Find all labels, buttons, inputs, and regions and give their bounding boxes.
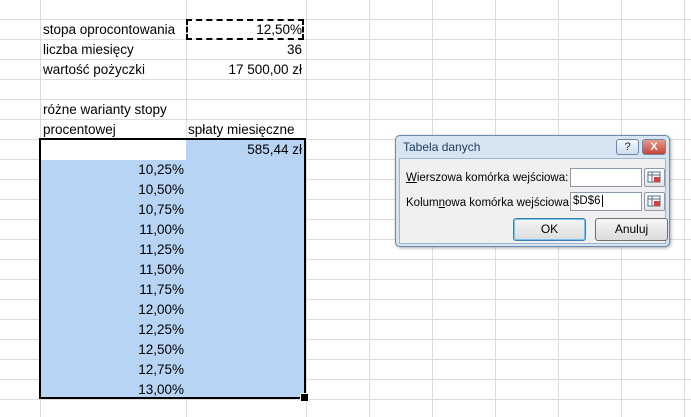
help-button[interactable]: ? [616,139,639,155]
rate-cell[interactable]: 12,75% [41,360,184,380]
rate-cell[interactable]: 11,75% [41,280,184,300]
rate-cell[interactable]: 12,25% [41,320,184,340]
param-label-loan[interactable]: wartość pożyczki [43,60,145,80]
close-icon: X [650,141,658,153]
header-variants-line2[interactable]: procentowej [43,120,116,140]
col-label-pre: Kolum [406,197,439,209]
param-label-rate[interactable]: stopa oprocontowania [43,20,175,40]
dialog-body: Wierszowa komórka wejściowa: Kolumnowa k… [399,158,668,244]
header-variants-line1[interactable]: różne warianty stopy [43,100,167,120]
rate-cell[interactable]: 13,00% [41,380,184,400]
rate-cell[interactable]: 11,25% [41,240,184,260]
close-button[interactable]: X [642,139,666,155]
column-input-value: $D$6 [573,195,601,207]
col-label-text: owa komórka wejściowa: [445,197,573,209]
collapse-dialog-icon [647,195,661,207]
row-input-label: Wierszowa komórka wejściowa: [406,171,568,185]
row-input-cell-field[interactable] [570,168,642,187]
text-cursor [601,194,603,207]
column-input-label: Kolumnowa komórka wejściowa: [406,196,572,210]
row-label-text: ierszowa komórka wejściowa: [416,172,569,184]
column-range-selector-button[interactable] [644,192,665,211]
rate-cell[interactable]: 10,75% [41,200,184,220]
dialog-title: Tabela danych [403,140,481,154]
rate-cell[interactable]: 12,00% [41,300,184,320]
rate-cell[interactable]: 11,00% [41,220,184,240]
param-label-months[interactable]: liczba miesięcy [43,40,134,60]
copy-marquee [186,19,304,40]
rate-cell[interactable]: 12,50% [41,340,184,360]
formula-result-cell[interactable]: 585,44 zł [186,140,302,160]
collapse-dialog-icon [647,171,661,183]
row-range-selector-button[interactable] [644,168,665,187]
param-value-loan[interactable]: 17 500,00 zł [186,60,302,80]
rate-cell[interactable]: 11,50% [41,260,184,280]
param-value-months[interactable]: 36 [186,40,302,60]
fill-handle[interactable] [300,393,309,402]
column-input-cell-field[interactable]: $D$6 [570,192,642,211]
active-cell[interactable] [41,140,186,160]
row-label-hotkey: W [406,172,417,184]
rate-cell[interactable]: 10,25% [41,160,184,180]
data-table-dialog: Tabela danych ? X Wierszowa komórka wejś… [395,135,670,247]
cancel-button[interactable]: Anuluj [595,218,668,241]
ok-button[interactable]: OK [513,218,586,241]
header-monthly-payments[interactable]: spłaty miesięczne [188,120,295,140]
rate-cell[interactable]: 10,50% [41,180,184,200]
